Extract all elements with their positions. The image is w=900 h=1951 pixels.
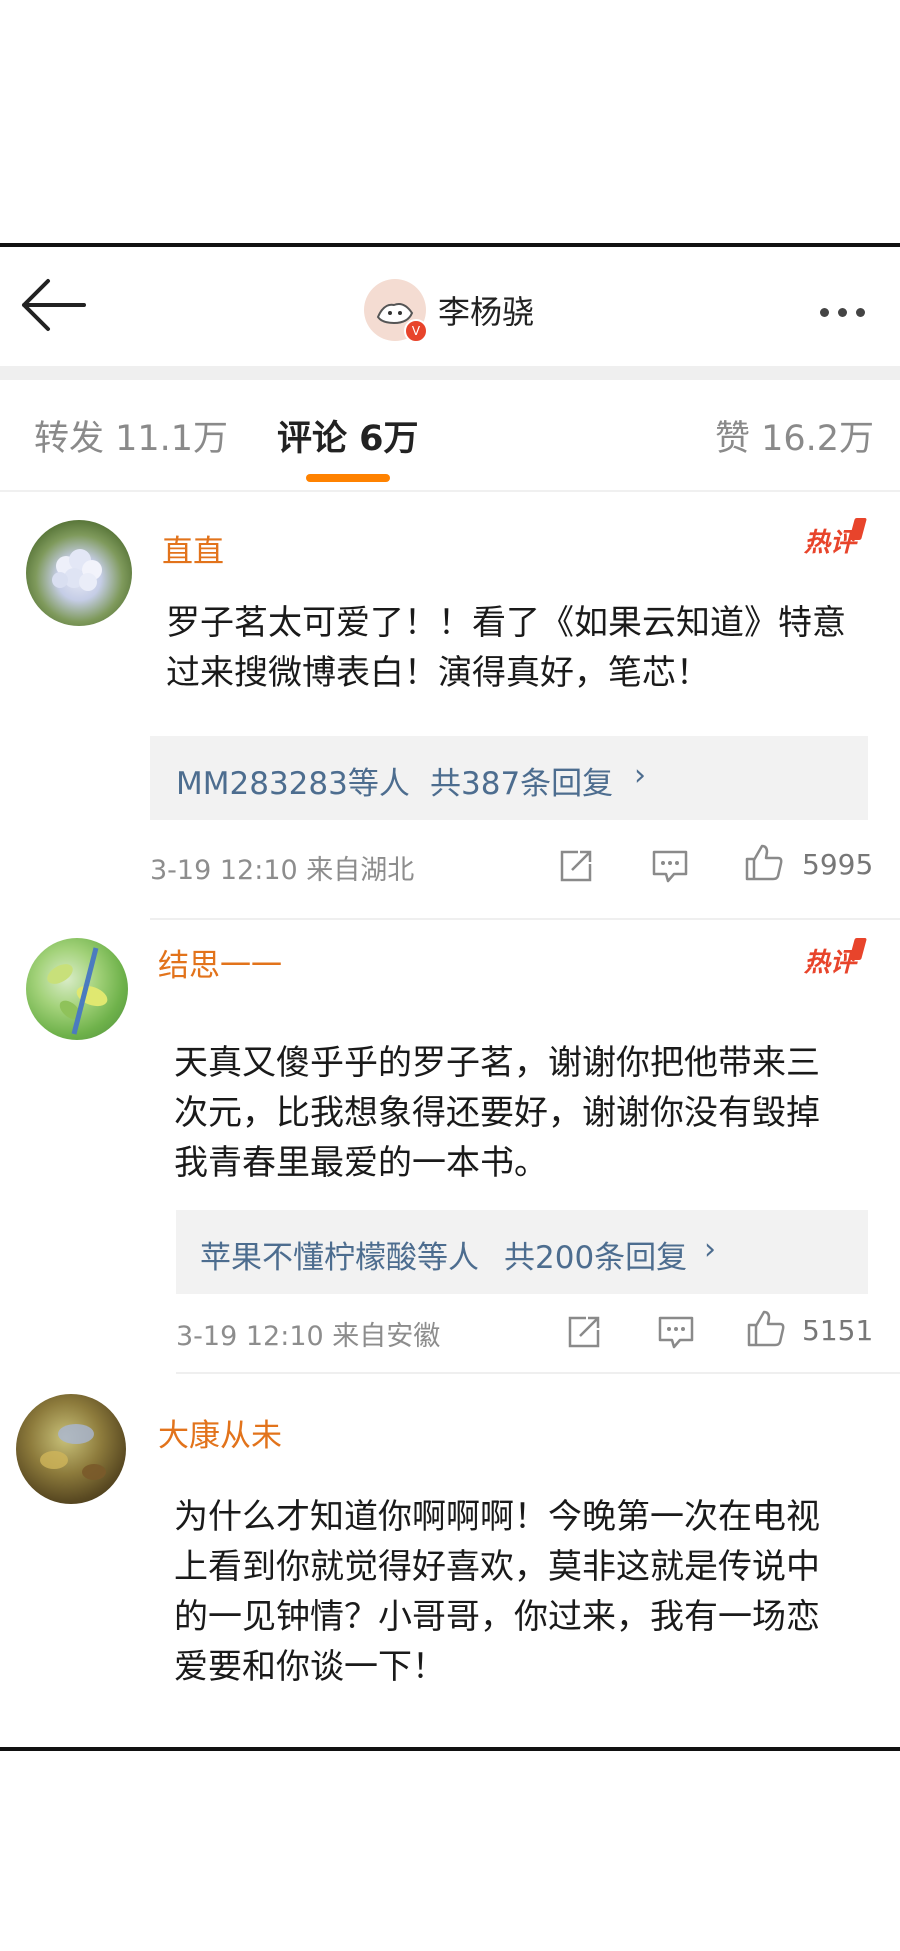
avatar[interactable] xyxy=(16,1394,126,1504)
verified-badge: V xyxy=(404,319,428,343)
comment-meta: 3-19 12:10 来自安徽 xyxy=(176,1321,441,1352)
comment-item: 结思一一 热评 天真又傻乎乎的罗子茗，谢谢你把他带来三次元，比我想象得还要好，谢… xyxy=(0,920,900,1370)
tab-likes[interactable]: 赞 16.2万 xyxy=(715,410,874,461)
comment-meta: 3-19 12:10 来自湖北 xyxy=(150,855,415,886)
comment-text: 天真又傻乎乎的罗子茗，谢谢你把他带来三次元，比我想象得还要好，谢谢你没有毁掉我青… xyxy=(174,1043,820,1183)
top-nav-bar: V 李杨骁 xyxy=(0,248,900,366)
like-count: 5995 xyxy=(802,848,874,881)
chevron-right-icon: › xyxy=(704,1232,716,1267)
comment-text: 为什么才知道你啊啊啊！今晚第一次在电视上看到你就觉得好喜欢，莫非这就是传说中的一… xyxy=(174,1497,820,1687)
share-icon[interactable] xyxy=(564,1312,604,1352)
top-frame-line xyxy=(0,243,900,247)
comment-icon[interactable] xyxy=(650,846,690,886)
like-count: 5151 xyxy=(802,1314,874,1347)
like-thumb-icon[interactable] xyxy=(744,842,784,882)
more-dots-icon[interactable] xyxy=(820,302,878,317)
reply-users[interactable]: 苹果不懂柠檬酸等人 xyxy=(200,1232,479,1277)
header-separator xyxy=(0,366,900,380)
hot-comment-badge: 热评 xyxy=(804,518,868,558)
commenter-name[interactable]: 大康从未 xyxy=(158,1410,282,1455)
hot-comment-badge: 热评 xyxy=(804,938,868,978)
share-icon[interactable] xyxy=(556,846,596,886)
comment-icon[interactable] xyxy=(656,1312,696,1352)
hydrangea-image xyxy=(52,549,102,591)
bottom-frame-line xyxy=(0,1747,900,1751)
reply-count[interactable]: 共387条回复 xyxy=(430,758,613,803)
reply-users[interactable]: MM283283等人 xyxy=(176,758,410,803)
avatar[interactable] xyxy=(26,938,128,1040)
blurred-photo-image xyxy=(40,1424,106,1480)
tab-repost[interactable]: 转发 11.1万 xyxy=(34,410,228,461)
tab-bar: 转发 11.1万 评论 6万 赞 16.2万 xyxy=(0,380,900,490)
comment-item: 直直 热评 罗子茗太可爱了！！看了《如果云知道》特意过来搜微博表白！演得真好，笔… xyxy=(0,492,900,912)
reply-count[interactable]: 共200条回复 xyxy=(504,1232,687,1277)
leaves-image xyxy=(47,947,108,1035)
reply-summary[interactable]: MM283283等人 共387条回复 › xyxy=(150,736,868,820)
reply-summary[interactable]: 苹果不懂柠檬酸等人 共200条回复 › xyxy=(176,1210,868,1294)
commenter-name[interactable]: 直直 xyxy=(162,526,224,571)
comment-text: 罗子茗太可爱了！！看了《如果云知道》特意过来搜微博表白！演得真好，笔芯！ xyxy=(166,603,846,693)
active-tab-indicator xyxy=(306,474,390,482)
comment-item: 大康从未 为什么才知道你啊啊啊！今晚第一次在电视上看到你就觉得好喜欢，莫非这就是… xyxy=(0,1374,900,1744)
commenter-name[interactable]: 结思一一 xyxy=(158,940,282,985)
avatar[interactable] xyxy=(26,520,132,626)
avatar[interactable]: V xyxy=(364,279,428,343)
like-thumb-icon[interactable] xyxy=(746,1308,786,1348)
page-title: 李杨骁 xyxy=(438,293,535,331)
back-arrow-icon[interactable] xyxy=(20,278,86,332)
chevron-right-icon: › xyxy=(634,758,646,793)
tab-comments[interactable]: 评论 6万 xyxy=(277,410,419,461)
profile-title[interactable]: V 李杨骁 xyxy=(364,278,535,343)
